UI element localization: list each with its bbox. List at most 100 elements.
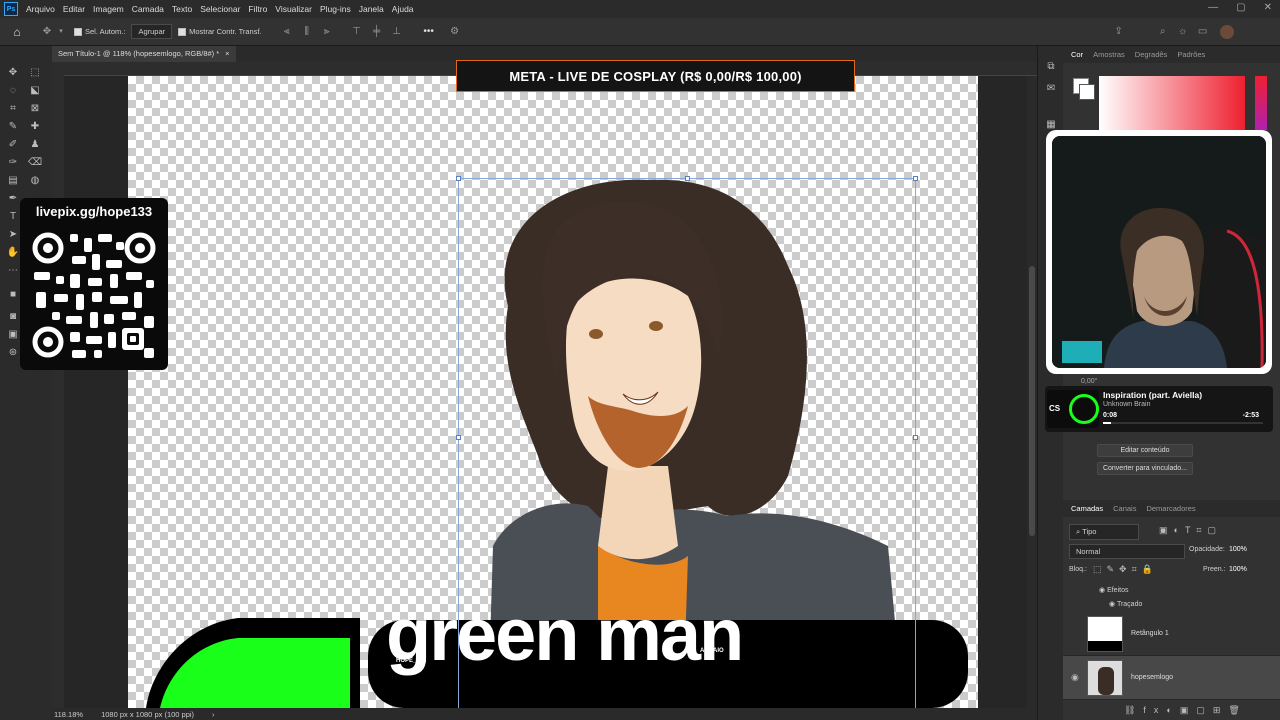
menu-janela[interactable]: Janela bbox=[355, 4, 388, 14]
color-picker-field[interactable] bbox=[1099, 76, 1245, 130]
group-dropdown[interactable]: Agrupar bbox=[131, 24, 173, 39]
tab-degrades[interactable]: Degradês bbox=[1135, 50, 1168, 59]
menu-editar[interactable]: Editar bbox=[59, 4, 89, 14]
hand-tool-icon[interactable]: ✋ bbox=[6, 246, 20, 260]
layer-footer-icons[interactable]: ⛓fx◐▣▢⊞🗑 bbox=[1124, 705, 1248, 716]
menu-selecionar[interactable]: Selecionar bbox=[196, 4, 244, 14]
status-bar: 118.18% 1080 px x 1080 px (100 ppi) › bbox=[52, 708, 1037, 720]
home-icon[interactable]: ⌂ bbox=[10, 26, 24, 38]
more-tools-icon[interactable]: ⋯ bbox=[6, 264, 20, 278]
history-brush-icon[interactable]: ✑ bbox=[6, 156, 20, 170]
fill-value[interactable]: 100% bbox=[1229, 566, 1247, 573]
show-transform-option[interactable]: Mostrar Contr. Transf. bbox=[178, 27, 262, 36]
menu-camada[interactable]: Camada bbox=[128, 4, 168, 14]
transform-handle[interactable] bbox=[685, 176, 690, 181]
convert-linked-button[interactable]: Converter para vinculado... bbox=[1097, 462, 1193, 475]
transform-handle[interactable] bbox=[913, 435, 918, 440]
layer-row[interactable]: Retângulo 1 bbox=[1063, 612, 1280, 656]
tab-canais[interactable]: Canais bbox=[1113, 504, 1136, 513]
effects-row[interactable]: ◉ Efeitos bbox=[1099, 586, 1128, 594]
zoom-level[interactable]: 118.18% bbox=[54, 710, 83, 719]
move-tool-icon[interactable]: ✥ bbox=[40, 26, 54, 38]
align-bottom-icon[interactable]: ⊥ bbox=[390, 26, 404, 38]
show-transform-checkbox[interactable] bbox=[178, 27, 187, 36]
menu-filtro[interactable]: Filtro bbox=[244, 4, 271, 14]
tab-amostras[interactable]: Amostras bbox=[1093, 50, 1125, 59]
document-tab[interactable]: Sem Título-1 @ 118% (hopesemlogo, RGB/8#… bbox=[52, 46, 236, 62]
pen-tool-icon[interactable]: ✒ bbox=[6, 192, 20, 206]
lightbulb-icon[interactable]: ☼ bbox=[1176, 26, 1190, 38]
scrollbar-thumb[interactable] bbox=[1029, 266, 1035, 536]
align-middle-icon[interactable]: ╪ bbox=[370, 26, 384, 38]
frame-tool-icon[interactable]: ⊠ bbox=[28, 102, 42, 116]
tab-cor[interactable]: Cor bbox=[1071, 50, 1083, 59]
extra-tool-icon[interactable]: ⊛ bbox=[6, 346, 20, 360]
align-center-icon[interactable]: ⫼ bbox=[300, 26, 314, 38]
stamp-tool-icon[interactable]: ♟ bbox=[28, 138, 42, 152]
artboard-tool-icon[interactable]: ⬚ bbox=[28, 66, 42, 80]
comments-panel-icon[interactable]: ✉ bbox=[1044, 82, 1058, 96]
avatar[interactable] bbox=[1219, 24, 1234, 39]
align-right-icon[interactable]: ⫸ bbox=[320, 26, 334, 38]
object-select-icon[interactable]: ⬕ bbox=[28, 84, 42, 98]
layer-row[interactable]: ◉ hopesemlogo bbox=[1063, 656, 1280, 700]
tab-demarcadores[interactable]: Demarcadores bbox=[1146, 504, 1195, 513]
transform-handle[interactable] bbox=[456, 435, 461, 440]
move-tool-icon[interactable]: ✥ bbox=[6, 66, 20, 80]
brush-tool-icon[interactable]: ✐ bbox=[6, 138, 20, 152]
share-icon[interactable]: ⇪ bbox=[1112, 26, 1126, 38]
transform-handle[interactable] bbox=[456, 176, 461, 181]
gear-icon[interactable]: ⚙ bbox=[448, 26, 462, 38]
eye-icon[interactable]: ◉ bbox=[1071, 672, 1079, 683]
search-icon[interactable]: ⌕ bbox=[1156, 26, 1170, 38]
hue-slider[interactable] bbox=[1255, 76, 1267, 130]
screen-mode-icon[interactable]: ▣ bbox=[6, 328, 20, 342]
stroke-effect-row[interactable]: ◉ Traçado bbox=[1109, 600, 1142, 608]
lock-icons[interactable]: ⬚✎✥⌗🔒 bbox=[1093, 564, 1158, 575]
menu-imagem[interactable]: Imagem bbox=[89, 4, 128, 14]
tab-camadas[interactable]: Camadas bbox=[1071, 504, 1103, 513]
blur-tool-icon[interactable]: ◍ bbox=[28, 174, 42, 188]
auto-select-option[interactable]: Sel. Autom.: bbox=[74, 27, 125, 36]
blend-mode-dropdown[interactable]: Normal bbox=[1069, 544, 1185, 559]
vertical-scrollbar[interactable] bbox=[1027, 76, 1037, 708]
minimize-icon[interactable]: — bbox=[1208, 2, 1218, 13]
close-tab-icon[interactable]: × bbox=[225, 49, 229, 59]
crop-tool-icon[interactable]: ⌗ bbox=[6, 102, 20, 116]
status-menu-arrow[interactable]: › bbox=[212, 710, 215, 719]
layer-filter-icons[interactable]: ▣◐T⌗▢ bbox=[1159, 525, 1222, 536]
layer-name: Retângulo 1 bbox=[1131, 630, 1169, 637]
edit-content-button[interactable]: Editar conteúdo bbox=[1097, 444, 1193, 457]
align-top-icon[interactable]: ⊤ bbox=[350, 26, 364, 38]
transform-handle[interactable] bbox=[913, 176, 918, 181]
photoshop-logo-icon[interactable]: Ps bbox=[4, 2, 18, 16]
menu-arquivo[interactable]: Arquivo bbox=[22, 4, 59, 14]
menu-ajuda[interactable]: Ajuda bbox=[388, 4, 418, 14]
path-select-icon[interactable]: ➤ bbox=[6, 228, 20, 242]
gradient-tool-icon[interactable]: ▤ bbox=[6, 174, 20, 188]
close-icon[interactable]: ✕ bbox=[1264, 2, 1272, 13]
background-swatch[interactable] bbox=[1079, 84, 1095, 100]
foreground-color-swatch[interactable]: ■ bbox=[6, 288, 20, 302]
lasso-tool-icon[interactable]: ◌ bbox=[6, 84, 20, 98]
transform-bounding-box[interactable] bbox=[456, 176, 918, 718]
align-left-icon[interactable]: ⫷ bbox=[280, 26, 294, 38]
eraser-icon[interactable]: ⌫ bbox=[28, 156, 42, 170]
maximize-icon[interactable]: ▢ bbox=[1236, 2, 1245, 13]
quick-mask-icon[interactable]: ◙ bbox=[6, 310, 20, 324]
workspace-icon[interactable]: ▭ bbox=[1196, 26, 1210, 38]
healing-brush-icon[interactable]: ✚ bbox=[28, 120, 42, 134]
more-options-icon[interactable]: ••• bbox=[422, 26, 436, 38]
menu-texto[interactable]: Texto bbox=[168, 4, 196, 14]
eyedropper-icon[interactable]: ✎ bbox=[6, 120, 20, 134]
opacity-value[interactable]: 100% bbox=[1229, 546, 1247, 553]
history-panel-icon[interactable]: ⧉ bbox=[1044, 60, 1058, 74]
menu-visualizar[interactable]: Visualizar bbox=[271, 4, 316, 14]
auto-select-checkbox[interactable] bbox=[74, 27, 82, 36]
menu-plugins[interactable]: Plug-ins bbox=[316, 4, 355, 14]
layer-filter-dropdown[interactable]: ⌕ Tipo bbox=[1069, 524, 1139, 540]
chat-user-hope: HOPE_133 bbox=[396, 658, 427, 664]
chevron-down-icon[interactable]: ▾ bbox=[54, 26, 68, 38]
type-tool-icon[interactable]: T bbox=[6, 210, 20, 224]
tab-padroes[interactable]: Padrões bbox=[1177, 50, 1205, 59]
